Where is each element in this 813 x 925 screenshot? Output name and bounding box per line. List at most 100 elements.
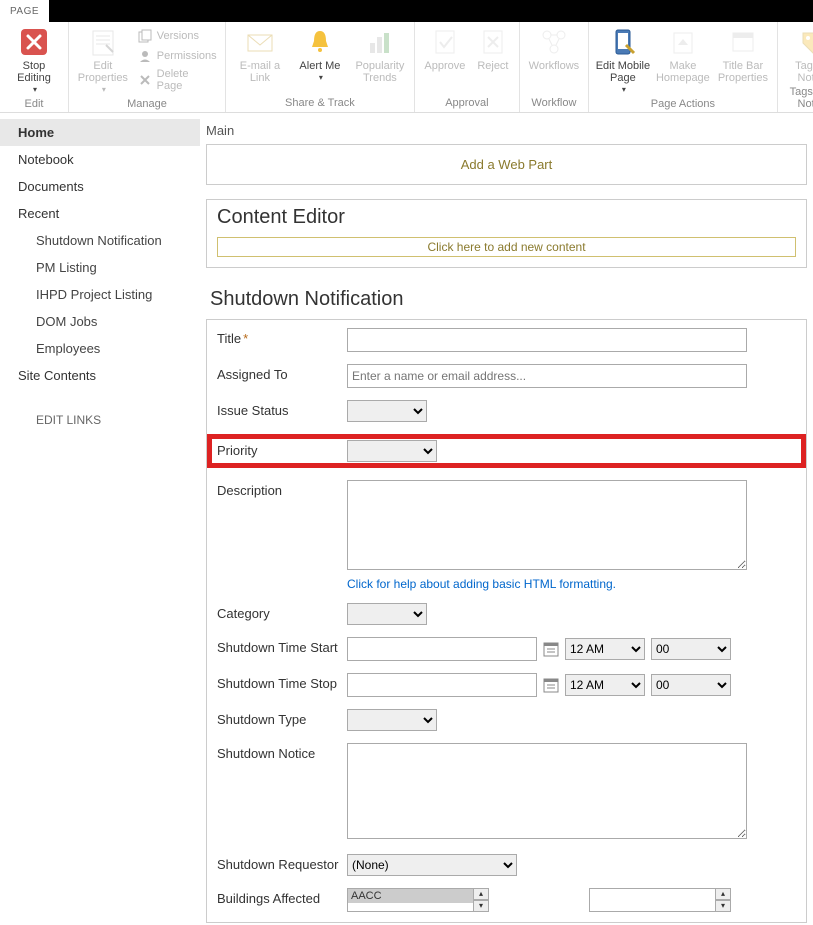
sidebar-item-employees[interactable]: Employees: [0, 335, 200, 362]
permissions-button[interactable]: Permissions: [133, 46, 221, 66]
stop-editing-button[interactable]: Stop Editing ▾: [4, 24, 64, 96]
chart-icon: [364, 26, 396, 58]
sidebar-item-pm-listing[interactable]: PM Listing: [0, 254, 200, 281]
edit-properties-button[interactable]: Edit Properties ▾: [73, 24, 133, 96]
time-start-date-input[interactable]: [347, 637, 537, 661]
breadcrumb: Main: [206, 123, 807, 138]
tags-notes-button[interactable]: Tags & Notes: [782, 24, 813, 84]
ribbon-group-workflow-label: Workflow: [524, 95, 584, 112]
email-link-button[interactable]: E-mail a Link: [230, 24, 290, 84]
person-icon: [137, 48, 153, 64]
edit-mobile-page-button[interactable]: Edit Mobile Page ▾: [593, 24, 653, 96]
ribbon: Stop Editing ▾ Edit Edit Properties ▾ Ve…: [0, 22, 813, 113]
time-stop-minute-select[interactable]: 00: [651, 674, 731, 696]
priority-label: Priority: [217, 440, 347, 458]
shutdown-notice-textarea[interactable]: [347, 743, 747, 839]
reject-label: Reject: [477, 60, 508, 72]
sidebar-item-site-contents[interactable]: Site Contents: [0, 362, 200, 389]
workflows-label: Workflows: [529, 60, 580, 72]
page-tab[interactable]: PAGE: [0, 0, 49, 22]
make-homepage-button[interactable]: Make Homepage: [653, 24, 713, 84]
content-editor-panel: Content Editor Click here to add new con…: [206, 199, 807, 268]
ribbon-group-workflow: Workflows Workflow: [520, 22, 589, 112]
sidebar-item-documents[interactable]: Documents: [0, 173, 200, 200]
description-textarea[interactable]: [347, 480, 747, 570]
calendar-icon[interactable]: [543, 677, 559, 693]
ribbon-group-page-actions: Edit Mobile Page ▾ Make Homepage Title B…: [589, 22, 778, 112]
popularity-trends-label: Popularity Trends: [352, 60, 408, 84]
scroll-down-icon[interactable]: ▾: [473, 900, 488, 911]
time-stop-date-input[interactable]: [347, 673, 537, 697]
reject-button[interactable]: Reject: [471, 24, 515, 72]
versions-label: Versions: [157, 30, 199, 42]
sidebar-item-ihpd-project-listing[interactable]: IHPD Project Listing: [0, 281, 200, 308]
versions-button[interactable]: Versions: [133, 26, 221, 46]
ribbon-group-edit-label: Edit: [4, 96, 64, 113]
shutdown-requestor-select[interactable]: (None): [347, 854, 517, 876]
category-label: Category: [217, 603, 347, 621]
buildings-selected-list[interactable]: ▴ ▾: [589, 888, 731, 912]
shutdown-notification-panel: Shutdown Notification Title* Assigned To…: [206, 282, 807, 923]
scroll-up-icon[interactable]: ▴: [473, 889, 488, 900]
time-stop-label: Shutdown Time Stop: [217, 673, 347, 691]
ribbon-group-tags-notes: Tags & Notes Tags and Notes: [778, 22, 813, 112]
workflows-button[interactable]: Workflows: [524, 24, 584, 72]
time-stop-hour-select[interactable]: 12 AM: [565, 674, 645, 696]
shutdown-requestor-label: Shutdown Requestor: [217, 854, 347, 872]
tags-notes-label: Tags & Notes: [784, 60, 813, 84]
priority-select[interactable]: [347, 440, 437, 462]
category-select[interactable]: [347, 603, 427, 625]
approve-button[interactable]: Approve: [419, 24, 471, 72]
buildings-option[interactable]: AACC: [348, 889, 488, 903]
shutdown-type-label: Shutdown Type: [217, 709, 347, 727]
issue-status-select[interactable]: [347, 400, 427, 422]
scroll-up-icon[interactable]: ▴: [715, 889, 730, 900]
description-help-link[interactable]: Click for help about adding basic HTML f…: [347, 577, 796, 591]
stop-editing-label: Stop Editing: [6, 60, 62, 84]
properties-icon: [87, 26, 119, 58]
sidebar-item-home[interactable]: Home: [0, 119, 200, 146]
add-web-part-button[interactable]: Add a Web Part: [206, 144, 807, 185]
mobile-edit-icon: [607, 26, 639, 58]
ribbon-group-edit: Stop Editing ▾ Edit: [0, 22, 69, 112]
title-label: Title*: [217, 328, 347, 346]
sidebar-item-recent[interactable]: Recent: [0, 200, 200, 227]
priority-highlight: Priority: [207, 434, 806, 468]
delete-page-button[interactable]: Delete Page: [133, 66, 221, 94]
time-start-minute-select[interactable]: 00: [651, 638, 731, 660]
reject-icon: [477, 26, 509, 58]
envelope-icon: [244, 26, 276, 58]
titlebar-icon: [727, 26, 759, 58]
scroll-down-icon[interactable]: ▾: [715, 900, 730, 911]
issue-status-label: Issue Status: [217, 400, 347, 418]
ribbon-group-share-track: E-mail a Link Alert Me ▾ Popularity Tren…: [226, 22, 415, 112]
ribbon-group-manage-label: Manage: [73, 96, 221, 113]
shutdown-type-select[interactable]: [347, 709, 437, 731]
calendar-icon[interactable]: [543, 641, 559, 657]
edit-links-button[interactable]: EDIT LINKS: [0, 413, 200, 427]
sidebar-item-shutdown-notification[interactable]: Shutdown Notification: [0, 227, 200, 254]
content-editor-add-button[interactable]: Click here to add new content: [217, 237, 796, 257]
check-icon: [429, 26, 461, 58]
buildings-affected-label: Buildings Affected: [217, 888, 347, 906]
versions-icon: [137, 28, 153, 44]
assigned-to-input[interactable]: [347, 364, 747, 388]
chevron-down-icon: ▾: [102, 84, 106, 96]
home-icon: [667, 26, 699, 58]
time-start-hour-select[interactable]: 12 AM: [565, 638, 645, 660]
ribbon-group-manage: Edit Properties ▾ Versions Permissions D…: [69, 22, 226, 112]
delete-page-label: Delete Page: [157, 68, 217, 92]
popularity-trends-button[interactable]: Popularity Trends: [350, 24, 410, 84]
ribbon-group-approval: Approve Reject Approval: [415, 22, 520, 112]
alert-me-button[interactable]: Alert Me ▾: [290, 24, 350, 84]
time-start-label: Shutdown Time Start: [217, 637, 347, 655]
ribbon-group-approval-label: Approval: [419, 95, 515, 112]
delete-icon: [137, 72, 153, 88]
sidebar-item-dom-jobs[interactable]: DOM Jobs: [0, 308, 200, 335]
sidebar-item-notebook[interactable]: Notebook: [0, 146, 200, 173]
title-input[interactable]: [347, 328, 747, 352]
title-bar-properties-button[interactable]: Title Bar Properties: [713, 24, 773, 84]
buildings-available-list[interactable]: AACC ▴ ▾: [347, 888, 489, 912]
description-label: Description: [217, 480, 347, 498]
ribbon-group-page-actions-label: Page Actions: [593, 96, 773, 113]
